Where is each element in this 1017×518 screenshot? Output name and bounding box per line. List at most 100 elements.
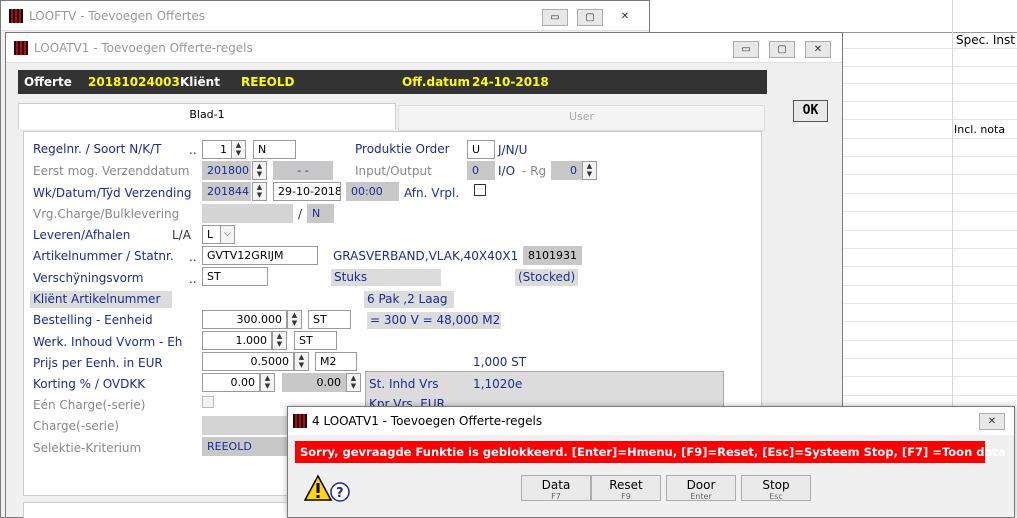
rg-spinner[interactable]: ▲ ▼ — [582, 161, 597, 180]
werk-unit-input[interactable]: ST — [294, 331, 337, 350]
tab-blad-1[interactable]: Blad-1 — [18, 103, 396, 129]
prod-order-hint: J/N/U — [498, 143, 528, 157]
stop-button-key: Esc — [769, 492, 783, 501]
best-unit-input[interactable]: ST — [308, 310, 351, 329]
prijs-spinner[interactable]: ▲ ▼ — [294, 352, 309, 371]
best-spinner[interactable]: ▲ ▼ — [287, 310, 302, 329]
minimize-icon[interactable]: ▭ — [542, 9, 568, 26]
regelnr-spinner[interactable]: ▲ ▼ — [231, 140, 246, 159]
offerte-header: Offerte 20181024003 Kliënt REEOLD Off.da… — [18, 70, 767, 94]
vrg-input[interactable] — [202, 204, 293, 223]
door-button-key: Enter — [690, 492, 712, 501]
pak-text: 6 Pak ,2 Laag — [364, 291, 454, 308]
maximize-icon[interactable]: ▢ — [769, 41, 795, 58]
data-button-label: Data — [541, 478, 571, 492]
dots: .. — [189, 272, 197, 286]
stop-button[interactable]: Stop Esc — [741, 475, 811, 501]
een-checkbox[interactable] — [202, 396, 214, 408]
io-suffix: I/O — [498, 164, 516, 178]
regelnr-input[interactable]: 1 — [202, 140, 232, 159]
offdatum-value: 24-10-2018 — [472, 75, 549, 89]
data-button-key: F7 — [551, 492, 561, 501]
vv-input[interactable]: ST — [202, 267, 268, 286]
reset-button[interactable]: Reset F9 — [591, 475, 661, 501]
warning-icon: ? — [303, 474, 350, 502]
prijs-unit-input[interactable]: M2 — [315, 352, 357, 371]
data-button[interactable]: Data F7 — [521, 475, 591, 501]
werk-label: Werk. Inhoud Vvorm - Eh — [33, 335, 183, 349]
afn-label: Afn. Vrpl. — [404, 186, 460, 200]
error-message-bar: Sorry, gevraagde Funktie is geblokkeerd.… — [295, 441, 1006, 463]
art-desc: GRASVERBAND,VLAK,40X40X1 — [333, 249, 519, 263]
afn-checkbox[interactable] — [474, 184, 486, 196]
art-statnr: 8101931 — [523, 246, 582, 265]
prod-order-label: Produktie Order — [355, 142, 450, 156]
werk-input[interactable]: 1.000 — [202, 331, 272, 350]
back-window-titlebar: LOOFTV - Toevoegen Offertes ▭ ▢ ✕ — [1, 1, 649, 31]
wk-week-input[interactable]: 201844 — [202, 182, 251, 201]
ok-button[interactable]: OK — [793, 100, 828, 122]
wk-time-input[interactable]: 00:00 — [346, 182, 399, 201]
app-logo-icon — [293, 414, 307, 428]
close-icon[interactable]: ✕ — [805, 41, 831, 58]
io-label: Input/Output — [355, 164, 432, 178]
reset-button-key: F9 — [621, 492, 631, 501]
vv-desc: Stuks — [331, 269, 441, 286]
kort-pct-input[interactable]: 0.00 — [202, 373, 260, 392]
error-message: Sorry, gevraagde Funktie is geblokkeerd.… — [300, 445, 1006, 459]
best-calc: = 300 V = 48,000 M2 — [367, 312, 501, 329]
dialog-titlebar: 4 LOOATV1 - Toevoegen Offerte-regels ✕ — [288, 407, 1014, 435]
eerst-label: Eerst mog. Verzenddatum — [33, 164, 190, 178]
grid-cell: Incl. nota — [954, 123, 1006, 136]
tab-user[interactable]: User — [398, 105, 765, 131]
rg-label: - Rg — [522, 164, 547, 178]
st-inhd-value: 1,1020e — [473, 377, 523, 391]
prijs-input[interactable]: 0.5000 — [202, 352, 294, 371]
rg-input[interactable]: 0 — [551, 161, 582, 180]
kort-pct-spinner[interactable]: ▲ ▼ — [260, 373, 275, 392]
wk-date-input[interactable]: 29-10-2018 — [273, 182, 341, 201]
charge-input[interactable] — [202, 416, 292, 435]
kort-amt-spinner[interactable]: ▲ ▼ — [346, 373, 361, 392]
prod-order-input[interactable]: U — [467, 140, 495, 159]
art-label: Artikelnummer / Statnr. — [33, 249, 174, 263]
werk-spinner[interactable]: ▲ ▼ — [272, 331, 287, 350]
io-input[interactable]: 0 — [467, 161, 495, 180]
vrg-slash: / — [298, 207, 303, 221]
vv-label: Verschÿningsvorm — [33, 271, 144, 285]
klient-art-label: Kliënt Artikelnummer — [30, 291, 172, 308]
soort-input[interactable]: N — [253, 140, 296, 159]
lev-select[interactable]: L — [202, 225, 222, 244]
prijs-st: 1,000 ST — [473, 355, 527, 369]
st-inhd-label: St. Inhd Vrs — [369, 377, 439, 391]
kort-amt-input[interactable]: 0.00 — [282, 373, 346, 392]
vrg-value-input[interactable]: N — [307, 204, 334, 223]
close-icon[interactable]: ✕ — [979, 413, 1005, 430]
stop-button-label: Stop — [762, 478, 790, 492]
eerst-date-input[interactable]: - - — [273, 161, 333, 180]
dots: .. — [189, 143, 197, 157]
maximize-icon[interactable]: ▢ — [577, 9, 603, 26]
sel-input[interactable]: REEOLD — [202, 437, 292, 456]
eerst-week-spinner[interactable]: ▲ ▼ — [252, 161, 267, 180]
main-window-title: LOOATV1 - Toevoegen Offerte-regels — [34, 41, 253, 55]
app-logo-icon — [9, 9, 23, 23]
dots: .. — [189, 250, 197, 264]
minimize-icon[interactable]: ▭ — [733, 41, 759, 58]
close-icon[interactable]: ✕ — [612, 9, 638, 26]
chevron-down-icon[interactable]: ⌵ — [220, 225, 235, 244]
klient-label: Kliënt — [180, 75, 220, 89]
main-window-titlebar: LOOATV1 - Toevoegen Offerte-regels ▭ ▢ ✕ — [6, 33, 842, 63]
svg-text:?: ? — [336, 486, 344, 501]
klient-value: REEOLD — [241, 75, 295, 89]
vv-stock: (Stocked) — [515, 269, 578, 286]
door-button[interactable]: Door Enter — [666, 475, 736, 501]
eerst-week-input[interactable]: 201800 — [202, 161, 251, 180]
best-input[interactable]: 300.000 — [202, 310, 287, 329]
art-input[interactable]: GVTV12GRIJM — [202, 246, 318, 265]
lev-hint: L/A — [172, 228, 191, 242]
een-label: Eén Charge(-serie) — [33, 398, 146, 412]
wk-week-spinner[interactable]: ▲ ▼ — [252, 182, 267, 201]
best-label: Bestelling - Eenheid — [33, 313, 153, 327]
regelnr-label: Regelnr. / Soort N/K/T — [33, 142, 162, 156]
